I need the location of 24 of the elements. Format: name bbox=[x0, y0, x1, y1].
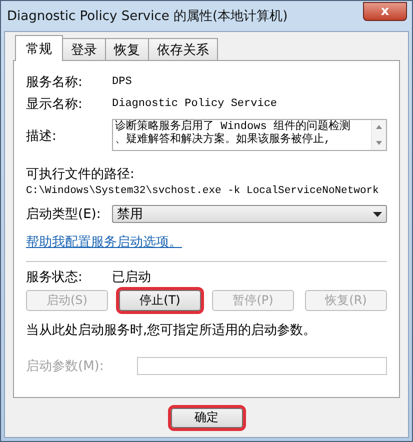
help-link[interactable]: 帮助我配置服务启动选项。 bbox=[26, 233, 182, 251]
hint-text: 当从此处启动服务时,您可指定所适用的启动参数。 bbox=[26, 322, 318, 339]
field-label: 可执行文件的路径: bbox=[26, 166, 136, 183]
tab[interactable]: 常规 bbox=[15, 35, 63, 61]
window-title: Diagnostic Policy Service 的属性(本地计算机) bbox=[7, 8, 288, 25]
tab[interactable]: 恢复 bbox=[105, 38, 149, 60]
tab[interactable]: 依存关系 bbox=[148, 38, 218, 60]
field-value: Diagnostic Policy Service bbox=[112, 98, 278, 110]
path-value: C:\Windows\System32\svchost.exe -k LocalServiceNoNetwork bbox=[26, 185, 380, 197]
description-line: 、疑难解答和解决方案。如果该服务被停止, bbox=[115, 134, 332, 147]
status-value: 已启动 bbox=[112, 269, 151, 286]
caret-icon bbox=[373, 212, 382, 216]
field-label: 启动类型(E): bbox=[26, 206, 102, 223]
field-label: 显示名称: bbox=[26, 96, 84, 113]
service-button[interactable]: 停止(T) bbox=[119, 290, 201, 311]
field-value: DPS bbox=[112, 76, 132, 88]
scrollbar[interactable] bbox=[371, 120, 386, 150]
tab[interactable]: 登录 bbox=[62, 38, 106, 60]
field-label: 描述: bbox=[26, 128, 58, 145]
field-label: 启动参数(M): bbox=[26, 358, 105, 375]
field-label: 服务名称: bbox=[26, 74, 84, 91]
status-label: 服务状态: bbox=[26, 269, 84, 286]
description-line: 诊断策略服务启用了 Windows 组件的问题检测 bbox=[115, 121, 352, 133]
startup-type-dropdown[interactable]: 禁用 bbox=[112, 205, 387, 223]
